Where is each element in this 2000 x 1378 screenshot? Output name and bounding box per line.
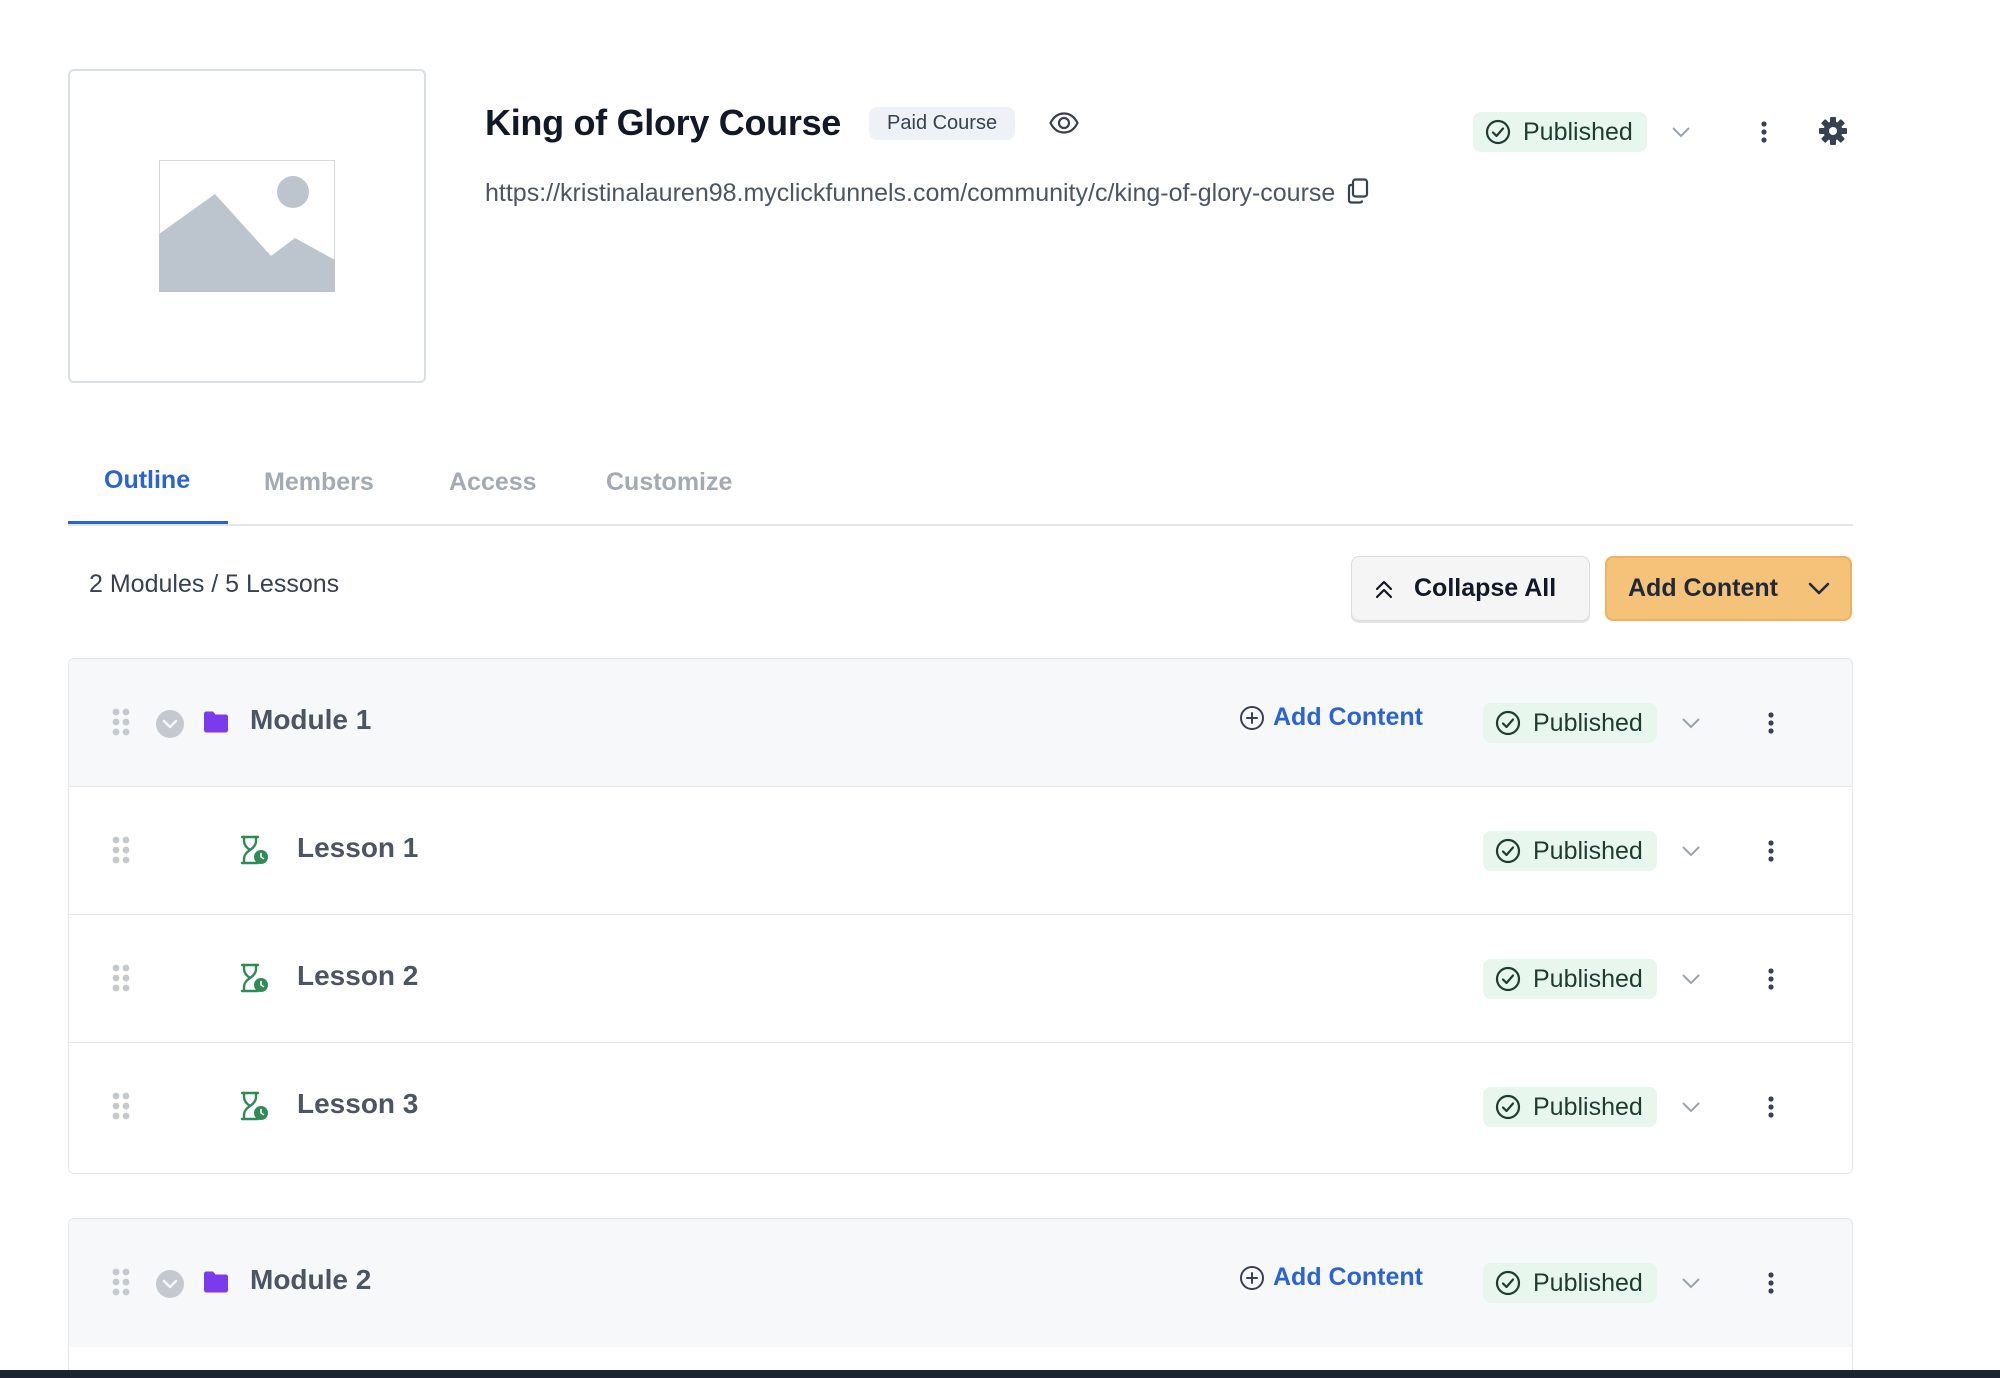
drag-handle-icon[interactable] [111,1267,131,1297]
chevron-down-icon[interactable] [1681,973,1701,985]
status-badge: Published [1473,112,1647,152]
hourglass-clock-icon [240,835,268,865]
module-title: Module 1 [250,704,372,735]
add-content-label: Add Content [1273,1263,1423,1291]
chevron-down-icon[interactable] [155,709,185,739]
course-status-dropdown[interactable]: Published [1473,112,1691,152]
drag-handle-icon[interactable] [111,707,131,737]
course-type-badge: Paid Course [869,106,1016,140]
chevron-down-icon [1808,582,1830,596]
module-row[interactable]: Module 1 Add Content Published [69,659,1852,787]
hourglass-clock-icon [240,963,268,993]
status-label: Published [1533,964,1643,993]
module-title: Module 2 [250,1264,372,1295]
lesson-row[interactable]: Lesson 1 Published [69,787,1852,915]
add-content-button[interactable]: Add Content [1605,556,1852,621]
chevron-down-icon[interactable] [155,1269,185,1299]
gear-icon[interactable] [1818,116,1848,146]
course-outline-page: King of Glory Course Paid Course https:/… [0,0,2000,1378]
course-url: https://kristinalauren98.myclickfunnels.… [485,172,1385,218]
module-status-dropdown[interactable]: Published [1483,1263,1701,1303]
course-title-row: King of Glory Course Paid Course [485,98,1079,148]
course-thumbnail[interactable] [68,69,426,383]
chevron-down-icon[interactable] [1681,1101,1701,1113]
add-content-link[interactable]: Add Content [1239,1263,1423,1292]
drag-handle-icon[interactable] [111,1091,131,1121]
chevron-down-icon[interactable] [1681,845,1701,857]
chevron-down-icon[interactable] [1681,1277,1701,1289]
check-circle-icon [1485,119,1511,145]
folder-icon [204,1271,228,1293]
check-circle-icon [1495,710,1521,736]
more-vertical-icon[interactable] [1759,1089,1783,1125]
lesson-row[interactable]: Lesson 2 Published [69,915,1852,1043]
status-label: Published [1533,836,1643,865]
course-url-text: https://kristinalauren98.myclickfunnels.… [485,179,1336,207]
tab-outline[interactable]: Outline [68,440,228,524]
collapse-all-label: Collapse All [1414,574,1557,602]
plus-circle-icon [1240,705,1264,730]
check-circle-icon [1495,1270,1521,1296]
status-label: Published [1523,117,1633,146]
status-label: Published [1533,1268,1643,1297]
content-summary: 2 Modules / 5 Lessons [89,570,340,598]
status-badge: Published [1483,703,1657,743]
status-label: Published [1533,1092,1643,1121]
image-placeholder-icon [159,160,335,292]
status-badge: Published [1483,1087,1657,1127]
folder-icon [204,711,228,733]
tab-customize[interactable]: Customize [606,440,732,524]
module-card: Module 1 Add Content Published Lesson 1 … [68,658,1853,1174]
chevrons-up-icon [1375,580,1393,598]
tab-access[interactable]: Access [449,440,537,524]
add-content-label: Add Content [1628,574,1778,602]
eye-icon[interactable] [1049,112,1079,134]
plus-circle-icon [1240,1265,1264,1290]
check-circle-icon [1495,966,1521,992]
tab-members[interactable]: Members [264,440,374,524]
check-circle-icon [1495,1094,1521,1120]
module-row[interactable]: Module 2 Add Content Published [69,1219,1852,1347]
course-tabs: Outline Members Access Customize [68,440,1853,526]
lesson-row[interactable]: Lesson 3 Published [69,1043,1852,1171]
drag-handle-icon[interactable] [111,963,131,993]
lesson-status-dropdown[interactable]: Published [1483,1087,1701,1127]
chevron-down-icon[interactable] [1671,126,1691,138]
status-label: Published [1533,708,1643,737]
lesson-status-dropdown[interactable]: Published [1483,831,1701,871]
more-vertical-icon[interactable] [1759,961,1783,997]
drag-handle-icon[interactable] [111,835,131,865]
collapse-all-button[interactable]: Collapse All [1351,556,1590,621]
add-content-link[interactable]: Add Content [1239,703,1423,732]
status-badge: Published [1483,831,1657,871]
hourglass-clock-icon [240,1091,268,1121]
status-badge: Published [1483,959,1657,999]
course-title: King of Glory Course [485,102,842,143]
copy-icon[interactable] [1347,175,1369,218]
more-vertical-icon[interactable] [1759,833,1783,869]
check-circle-icon [1495,838,1521,864]
bottom-edge-bar [0,1370,2000,1378]
module-status-dropdown[interactable]: Published [1483,703,1701,743]
lesson-title: Lesson 1 [297,832,419,863]
module-card: Module 2 Add Content Published [68,1218,1853,1378]
more-vertical-icon[interactable] [1759,1265,1783,1301]
chevron-down-icon[interactable] [1681,717,1701,729]
more-vertical-icon[interactable] [1759,705,1783,741]
more-vertical-icon[interactable] [1750,114,1778,150]
lesson-status-dropdown[interactable]: Published [1483,959,1701,999]
add-content-label: Add Content [1273,703,1423,731]
status-badge: Published [1483,1263,1657,1303]
lesson-title: Lesson 3 [297,1088,419,1119]
lesson-title: Lesson 2 [297,960,419,991]
